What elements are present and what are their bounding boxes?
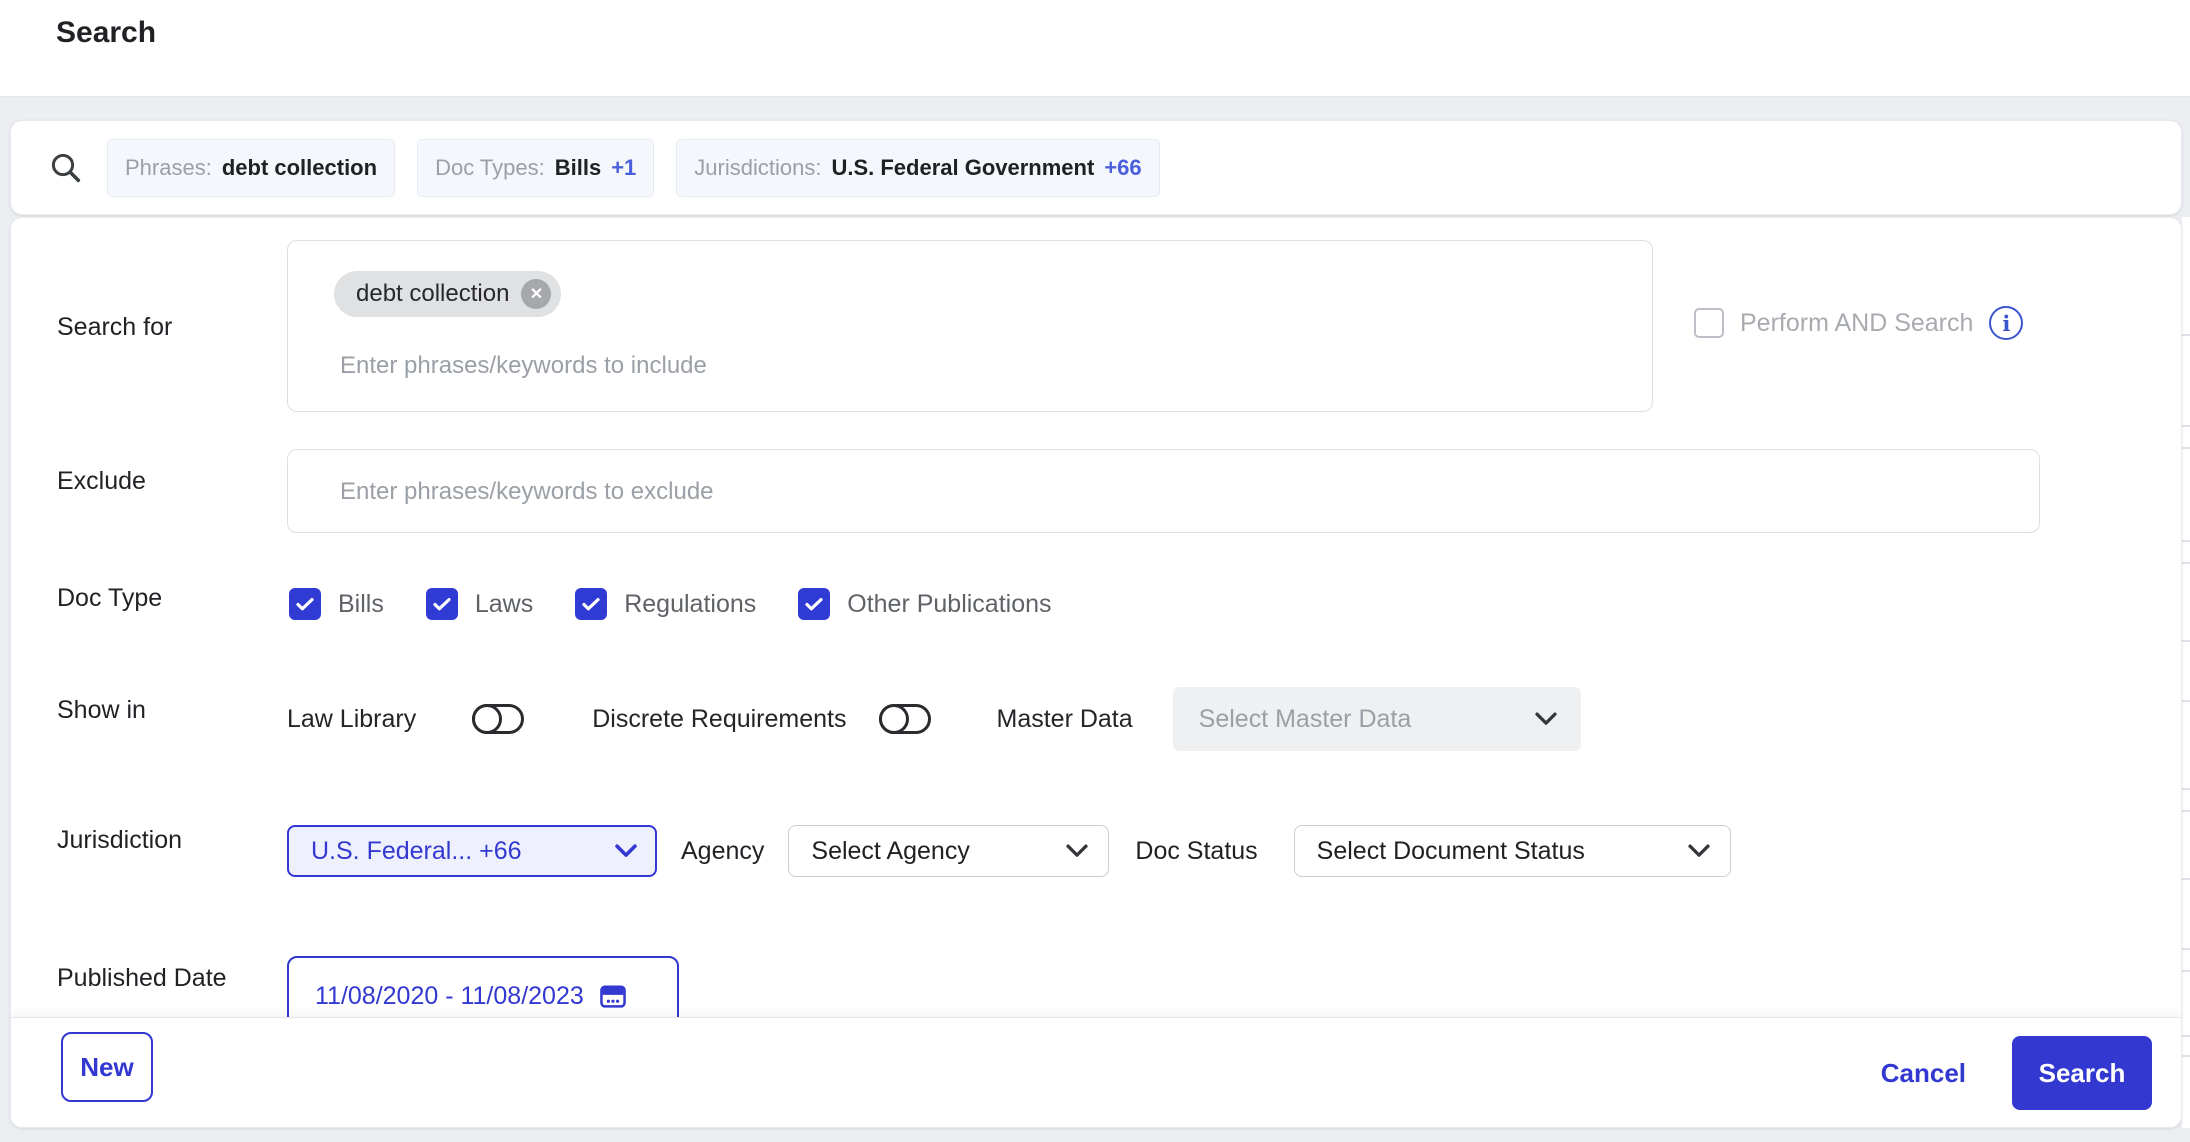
- doc-type-option-label: Laws: [475, 590, 533, 619]
- exclude-input[interactable]: [338, 450, 1942, 533]
- chip-label: Phrases:: [125, 155, 212, 181]
- divider: [2182, 788, 2190, 790]
- checked-checkbox-icon[interactable]: [426, 588, 458, 620]
- exclude-field[interactable]: [287, 449, 2040, 533]
- doc-type-option-laws[interactable]: Laws: [426, 588, 533, 620]
- search-button[interactable]: Search: [2012, 1036, 2152, 1110]
- jurisdiction-select-value: U.S. Federal... +66: [311, 837, 522, 866]
- published-date-value: 11/08/2020 - 11/08/2023: [315, 982, 584, 1011]
- search-for-field[interactable]: debt collection ✕: [287, 240, 1653, 412]
- doc-type-options: Bills Laws Regulations Other Publication…: [289, 588, 1052, 620]
- toggle-knob-icon: [472, 704, 502, 734]
- page-title: Search: [56, 16, 156, 50]
- doc-type-option-label: Bills: [338, 590, 384, 619]
- checked-checkbox-icon[interactable]: [575, 588, 607, 620]
- divider: [2182, 334, 2190, 336]
- discrete-requirements-toggle[interactable]: [879, 704, 931, 734]
- cancel-button[interactable]: Cancel: [1881, 1058, 1966, 1089]
- chip-label: Doc Types:: [435, 155, 545, 181]
- checked-checkbox-icon[interactable]: [798, 588, 830, 620]
- chip-value: debt collection: [222, 155, 377, 181]
- doc-type-option-regulations[interactable]: Regulations: [575, 588, 756, 620]
- filter-chip-doc-types[interactable]: Doc Types: Bills +1: [417, 139, 654, 197]
- jurisdiction-select[interactable]: U.S. Federal... +66: [287, 825, 657, 877]
- divider: [2182, 640, 2190, 642]
- jurisdiction-row: U.S. Federal... +66 Agency Select Agency…: [287, 825, 1731, 877]
- search-summary-bar: Phrases: debt collection Doc Types: Bill…: [10, 120, 2182, 215]
- doc-type-option-bills[interactable]: Bills: [289, 588, 384, 620]
- magnifier-icon: [47, 149, 85, 187]
- page-header: Search: [0, 0, 2190, 96]
- divider: [2182, 948, 2190, 950]
- divider: [2182, 878, 2190, 880]
- background-list-sliver: [2182, 217, 2190, 1128]
- divider: [2182, 447, 2190, 449]
- doc-status-label: Doc Status: [1135, 837, 1257, 866]
- master-data-select[interactable]: Select Master Data: [1173, 687, 1581, 751]
- exclude-label: Exclude: [57, 467, 146, 496]
- divider: [2182, 540, 2190, 542]
- toggle-knob-icon: [879, 704, 909, 734]
- form-footer: New Cancel Search: [11, 1017, 2181, 1128]
- chevron-down-icon: [1066, 844, 1088, 858]
- chevron-down-icon: [1688, 844, 1710, 858]
- law-library-toggle[interactable]: [472, 704, 524, 734]
- show-in-row: Law Library Discrete Requirements Master…: [287, 687, 1581, 751]
- phrase-chip[interactable]: debt collection ✕: [334, 271, 561, 317]
- chip-value: U.S. Federal Government: [831, 155, 1094, 181]
- divider: [2182, 1035, 2190, 1037]
- chip-extra-count: +66: [1104, 155, 1141, 181]
- chevron-down-icon: [615, 844, 637, 858]
- search-form-card: Search for debt collection ✕ Perform AND…: [10, 217, 2182, 1128]
- chevron-down-icon: [1535, 712, 1557, 726]
- calendar-icon: [598, 981, 628, 1011]
- perform-and-search-label: Perform AND Search: [1740, 309, 1973, 338]
- footer-actions: Cancel Search: [1881, 1018, 2152, 1128]
- divider: [2182, 562, 2190, 564]
- divider: [2182, 970, 2190, 972]
- divider: [2182, 1055, 2190, 1057]
- search-for-input[interactable]: [338, 345, 1542, 387]
- doc-type-option-other-publications[interactable]: Other Publications: [798, 588, 1051, 620]
- agency-select[interactable]: Select Agency: [788, 825, 1109, 877]
- perform-and-search-checkbox[interactable]: [1694, 308, 1724, 338]
- screen: Search Phrases: debt collection: [0, 0, 2190, 1142]
- doc-status-select-value: Select Document Status: [1317, 837, 1585, 866]
- divider: [2182, 425, 2190, 427]
- doc-type-option-label: Regulations: [624, 590, 756, 619]
- perform-and-search-group: Perform AND Search i: [1694, 306, 2023, 340]
- search-for-label: Search for: [57, 313, 172, 342]
- info-icon[interactable]: i: [1989, 306, 2023, 340]
- checked-checkbox-icon[interactable]: [289, 588, 321, 620]
- doc-status-select[interactable]: Select Document Status: [1294, 825, 1731, 877]
- new-button[interactable]: New: [61, 1032, 153, 1102]
- discrete-requirements-label: Discrete Requirements: [592, 705, 846, 734]
- filter-chip-phrases[interactable]: Phrases: debt collection: [107, 139, 395, 197]
- doc-type-label: Doc Type: [57, 584, 162, 613]
- close-icon[interactable]: ✕: [521, 279, 551, 309]
- filter-chip-jurisdictions[interactable]: Jurisdictions: U.S. Federal Government +…: [676, 139, 1159, 197]
- jurisdiction-label: Jurisdiction: [57, 826, 182, 855]
- divider: [2182, 700, 2190, 702]
- show-in-label: Show in: [57, 696, 146, 725]
- law-library-label: Law Library: [287, 705, 416, 734]
- master-data-label: Master Data: [997, 705, 1133, 734]
- agency-select-value: Select Agency: [811, 837, 969, 866]
- agency-label: Agency: [681, 837, 764, 866]
- chip-value: Bills: [555, 155, 601, 181]
- master-data-select-value: Select Master Data: [1199, 705, 1412, 734]
- chip-label: Jurisdictions:: [694, 155, 821, 181]
- published-date-label: Published Date: [57, 964, 227, 993]
- chip-extra-count: +1: [611, 155, 636, 181]
- phrase-chip-text: debt collection: [356, 280, 509, 308]
- divider: [2182, 810, 2190, 812]
- doc-type-option-label: Other Publications: [847, 590, 1051, 619]
